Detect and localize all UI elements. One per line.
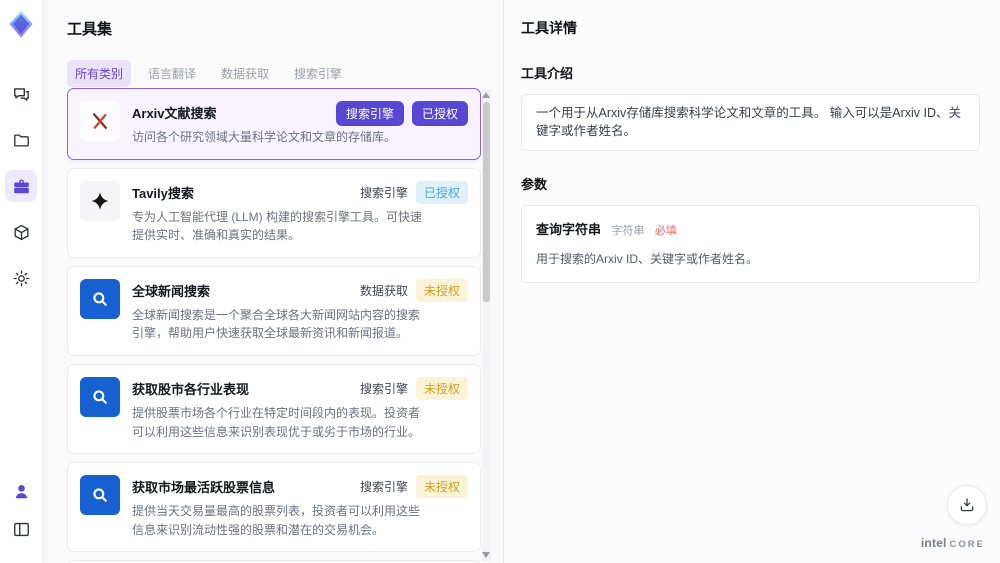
list-scrollbar[interactable] <box>482 89 491 561</box>
tool-category-tag: 数据获取 <box>359 283 408 298</box>
param-card: 查询字符串 字符串 必填 用于搜索的Arxiv ID、关键字或作者姓名。 <box>521 205 980 283</box>
tool-tags: 搜索引擎 已授权 <box>359 180 468 204</box>
param-name: 查询字符串 <box>536 222 602 237</box>
gear-icon[interactable] <box>5 262 37 294</box>
scroll-up-arrow-icon[interactable] <box>482 92 490 98</box>
tool-card[interactable]: 获取股市各行业表现 提供股票市场各个行业在特定时间段内的表现。投资者可以利用这些… <box>67 363 481 455</box>
tool-card[interactable]: Arxiv文献搜索 访问各个研究领域大量科学论文和文章的存储库。 搜索引擎 已授… <box>67 88 481 160</box>
stock-search-icon <box>80 475 120 516</box>
tool-card[interactable]: 全球新闻搜索 全球新闻搜索是一个聚合全球各大新闻网站内容的搜索引擎，帮助用户快速… <box>67 265 481 356</box>
tool-list-panel: 工具集 所有类别 语言翻译 数据获取 搜索引擎 Arxiv文献搜索 访问各个研究… <box>43 0 503 563</box>
tab-search-engine[interactable]: 搜索引擎 <box>286 60 350 87</box>
tool-description: 访问各个研究领域大量科学论文和文章的存储库。 <box>132 130 397 144</box>
param-type: 字符串 <box>611 225 645 237</box>
scroll-down-arrow-icon[interactable] <box>482 552 490 558</box>
tool-category-tag: 搜索引擎 <box>359 381 408 396</box>
tool-tags: 数据获取 未授权 <box>359 278 468 302</box>
tool-auth-badge: 已授权 <box>415 180 468 204</box>
tool-tags: 搜索引擎 未授权 <box>359 475 468 499</box>
tool-category-tag: 搜索引擎 <box>359 185 408 200</box>
cube-icon[interactable] <box>5 216 37 248</box>
tool-description: 全球新闻搜索是一个聚合全球各大新闻网站内容的搜索引擎，帮助用户快速获取全球最新资… <box>132 307 421 341</box>
tool-card[interactable]: 获取市场最活跃股票信息 提供当天交易量最高的股票列表，投资者可以利用这些信息来识… <box>67 462 481 553</box>
scrollbar-thumb[interactable] <box>483 102 490 302</box>
intro-heading: 工具介绍 <box>521 66 574 81</box>
user-icon[interactable] <box>5 475 37 507</box>
tool-tags: 搜索引擎 未授权 <box>359 376 468 400</box>
app-window: 工具集 所有类别 语言翻译 数据获取 搜索引擎 Arxiv文献搜索 访问各个研究… <box>0 0 1000 563</box>
brand-intel: intel <box>920 536 947 550</box>
chat-icon[interactable] <box>5 78 37 110</box>
tool-category-tag: 搜索引擎 <box>335 101 404 126</box>
category-tabs: 所有类别 语言翻译 数据获取 搜索引擎 <box>67 60 503 87</box>
param-header-row: 查询字符串 字符串 必填 <box>536 219 965 239</box>
app-logo-icon[interactable] <box>5 8 37 40</box>
left-icon-rail <box>0 0 43 563</box>
brand-core: CORE <box>949 539 985 550</box>
page-title: 工具集 <box>67 21 113 38</box>
download-icon <box>960 498 974 512</box>
stock-search-icon <box>80 376 120 417</box>
tool-tags: 搜索引擎 已授权 <box>335 101 468 126</box>
param-required-badge: 必填 <box>654 225 677 237</box>
tool-detail-panel: 工具详情 工具介绍 一个用于从Arxiv存储库搜索科学论文和文章的工具。 输入可… <box>504 0 1000 563</box>
tool-description: 提供当天交易量最高的股票列表，投资者可以利用这些信息来识别流动性强的股票和潜在的… <box>132 504 421 537</box>
tab-language-translation[interactable]: 语言翻译 <box>140 60 204 87</box>
arxiv-icon <box>80 101 120 141</box>
layout-panels-icon[interactable] <box>5 513 37 545</box>
tavily-icon <box>80 180 120 221</box>
tool-category-tag: 搜索引擎 <box>359 480 408 495</box>
tool-description: 专为人工智能代理 (LLM) 构建的搜索引擎工具。可快速提供实时、准确和真实的结… <box>132 209 423 243</box>
params-heading: 参数 <box>521 177 548 192</box>
tool-list: Arxiv文献搜索 访问各个研究领域大量科学论文和文章的存储库。 搜索引擎 已授… <box>67 88 481 563</box>
tool-auth-badge: 已授权 <box>411 101 468 126</box>
tab-data-fetching[interactable]: 数据获取 <box>213 60 277 87</box>
tool-auth-badge: 未授权 <box>415 475 468 499</box>
intel-core-logo: intel CORE <box>921 536 985 550</box>
download-button[interactable] <box>947 485 987 525</box>
detail-title: 工具详情 <box>521 20 577 36</box>
tool-auth-badge: 未授权 <box>415 278 468 302</box>
tool-description: 提供股票市场各个行业在特定时间段内的表现。投资者可以利用这些信息来识别表现优于或… <box>132 405 421 439</box>
tab-all-categories[interactable]: 所有类别 <box>67 60 132 87</box>
intro-card: 一个用于从Arxiv存储库搜索科学论文和文章的工具。 输入可以是Arxiv ID… <box>521 94 980 151</box>
tool-auth-badge: 未授权 <box>415 376 468 400</box>
news-search-icon <box>80 278 120 319</box>
folder-icon[interactable] <box>5 124 37 156</box>
param-description: 用于搜索的Arxiv ID、关键字或作者姓名。 <box>536 252 759 266</box>
briefcase-icon[interactable] <box>5 170 37 202</box>
tool-card[interactable]: Tavily搜索 专为人工智能代理 (LLM) 构建的搜索引擎工具。可快速提供实… <box>67 167 481 258</box>
